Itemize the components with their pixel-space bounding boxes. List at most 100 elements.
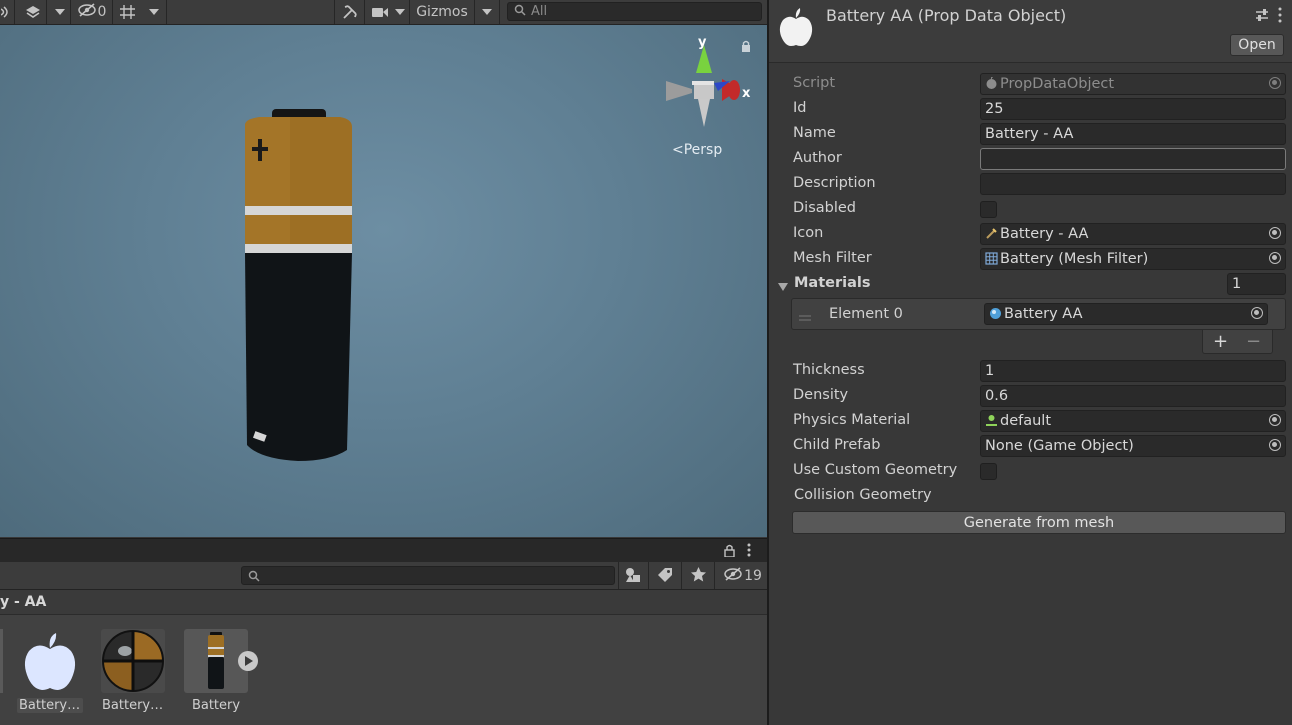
- field-row-icon: Icon Battery - AA: [769, 222, 1292, 247]
- asset-item[interactable]: Battery ...: [17, 629, 83, 713]
- lock-icon[interactable]: [741, 40, 751, 56]
- name-field[interactable]: Battery - AA: [980, 123, 1286, 145]
- project-search-input[interactable]: [241, 566, 615, 585]
- physics-material-field[interactable]: default: [980, 410, 1286, 432]
- materials-list: Element 0 Battery AA: [791, 298, 1286, 330]
- scene-visibility-toggle[interactable]: 0: [74, 0, 110, 24]
- field-label: Name: [793, 125, 836, 141]
- child-prefab-value: None (Game Object): [985, 438, 1134, 454]
- partial-asset-thumbnail[interactable]: [0, 629, 3, 693]
- projection-label: Persp: [683, 142, 723, 158]
- field-row-script: Script PropDataObject: [769, 72, 1292, 97]
- generate-from-mesh-button[interactable]: Generate from mesh: [792, 511, 1286, 534]
- density-field[interactable]: 0.6: [980, 385, 1286, 407]
- list-remove-button[interactable]: −: [1246, 331, 1261, 352]
- field-label: Mesh Filter: [793, 250, 872, 266]
- project-asset-grid: Battery ... Battery ... Battery: [0, 615, 767, 725]
- eye-slash-icon: [77, 3, 96, 21]
- breadcrumb-current-folder[interactable]: y - AA: [0, 594, 46, 610]
- apple-icon: [18, 629, 82, 693]
- physics-material-value: default: [1000, 413, 1052, 429]
- open-button[interactable]: Open: [1230, 34, 1284, 56]
- use-custom-geometry-checkbox[interactable]: [980, 463, 997, 480]
- material-element-field[interactable]: Battery AA: [984, 303, 1268, 325]
- scene-search-placeholder: All: [531, 4, 548, 19]
- icon-field[interactable]: Battery - AA: [980, 223, 1286, 245]
- field-label: Child Prefab: [793, 437, 881, 453]
- field-label: Icon: [793, 225, 824, 241]
- drag-handle-icon[interactable]: [799, 309, 811, 325]
- search-by-type-icon[interactable]: [625, 567, 641, 587]
- camera-icon[interactable]: [368, 0, 392, 24]
- layers-icon[interactable]: [20, 0, 46, 24]
- description-field[interactable]: [980, 173, 1286, 195]
- project-tab-bar: [0, 538, 767, 563]
- search-icon: [514, 4, 526, 20]
- child-prefab-field[interactable]: None (Game Object): [980, 435, 1286, 457]
- field-label: Physics Material: [793, 412, 911, 428]
- perspective-icon: <: [672, 142, 684, 158]
- field-row-thickness: Thickness 1: [769, 359, 1292, 384]
- grid-icon[interactable]: [114, 0, 142, 24]
- projection-toggle[interactable]: <Persp: [672, 142, 722, 158]
- hidden-packages-toggle[interactable]: 19: [720, 562, 766, 589]
- icon-value: Battery - AA: [1000, 226, 1089, 242]
- breadcrumb[interactable]: y - AA: [0, 590, 767, 615]
- scene-viewport[interactable]: y x <Persp: [0, 25, 767, 537]
- camera-dropdown-icon[interactable]: [392, 0, 408, 24]
- gizmos-dropdown-icon[interactable]: [477, 0, 497, 24]
- audio-toggle-icon[interactable]: [0, 0, 12, 24]
- foldout-arrow-icon[interactable]: [778, 279, 788, 295]
- field-row-description: Description: [769, 172, 1292, 197]
- expand-asset-icon[interactable]: [237, 650, 259, 676]
- eye-slash-icon: [724, 566, 742, 585]
- field-label: Author: [793, 150, 842, 166]
- field-label: Disabled: [793, 200, 856, 216]
- field-row-mesh-filter: Mesh Filter Battery (Mesh Filter): [769, 247, 1292, 272]
- scene-toolbar: 0 Gizmos All: [0, 0, 767, 25]
- author-field[interactable]: [980, 148, 1286, 170]
- material-element-value: Battery AA: [1004, 306, 1083, 322]
- project-toolbar: 19: [0, 562, 767, 590]
- lock-icon[interactable]: [724, 544, 735, 561]
- asset-item[interactable]: Battery ...: [100, 629, 166, 713]
- object-picker-icon[interactable]: [1269, 252, 1281, 264]
- field-row-disabled: Disabled: [769, 197, 1292, 222]
- tools-icon[interactable]: [338, 0, 362, 24]
- inspector-title: Battery AA (Prop Data Object): [826, 6, 1067, 25]
- mesh-filter-field[interactable]: Battery (Mesh Filter): [980, 248, 1286, 270]
- script-value: PropDataObject: [1000, 76, 1115, 92]
- object-picker-icon[interactable]: [1251, 307, 1263, 319]
- materials-size-field[interactable]: 1: [1227, 273, 1286, 295]
- field-row-author: Author: [769, 147, 1292, 172]
- object-picker-icon[interactable]: [1269, 439, 1281, 451]
- gizmos-button[interactable]: Gizmos: [412, 0, 472, 24]
- favorite-star-icon[interactable]: [690, 566, 707, 587]
- grid-dropdown-icon[interactable]: [144, 0, 164, 24]
- field-label: Density: [793, 387, 849, 403]
- asset-label: Battery ...: [17, 698, 83, 713]
- preset-icon[interactable]: [1255, 8, 1269, 26]
- more-options-icon[interactable]: [746, 543, 752, 561]
- materials-label[interactable]: Materials: [794, 275, 871, 291]
- field-row-use-custom-geometry: Use Custom Geometry: [769, 459, 1292, 484]
- object-picker-icon: [1269, 77, 1281, 89]
- layers-dropdown-icon[interactable]: [50, 0, 70, 24]
- list-add-button[interactable]: +: [1213, 331, 1228, 352]
- id-field[interactable]: 25: [980, 98, 1286, 120]
- mesh-filter-icon: [985, 251, 998, 265]
- more-options-icon[interactable]: [1277, 7, 1283, 27]
- orientation-gizmo[interactable]: [662, 43, 742, 129]
- field-row-name: Name Battery - AA: [769, 122, 1292, 147]
- thickness-field[interactable]: 1: [980, 360, 1286, 382]
- object-picker-icon[interactable]: [1269, 414, 1281, 426]
- scene-search-input[interactable]: All: [507, 2, 762, 21]
- battery-model[interactable]: [230, 105, 370, 465]
- disabled-checkbox[interactable]: [980, 201, 997, 218]
- inspector-header: Battery AA (Prop Data Object) Open: [769, 0, 1292, 63]
- search-by-label-icon[interactable]: [657, 567, 673, 587]
- asset-label: Battery ...: [102, 698, 166, 713]
- field-row-materials: Materials 1: [769, 272, 1292, 297]
- object-picker-icon[interactable]: [1269, 227, 1281, 239]
- material-icon: [989, 306, 1002, 319]
